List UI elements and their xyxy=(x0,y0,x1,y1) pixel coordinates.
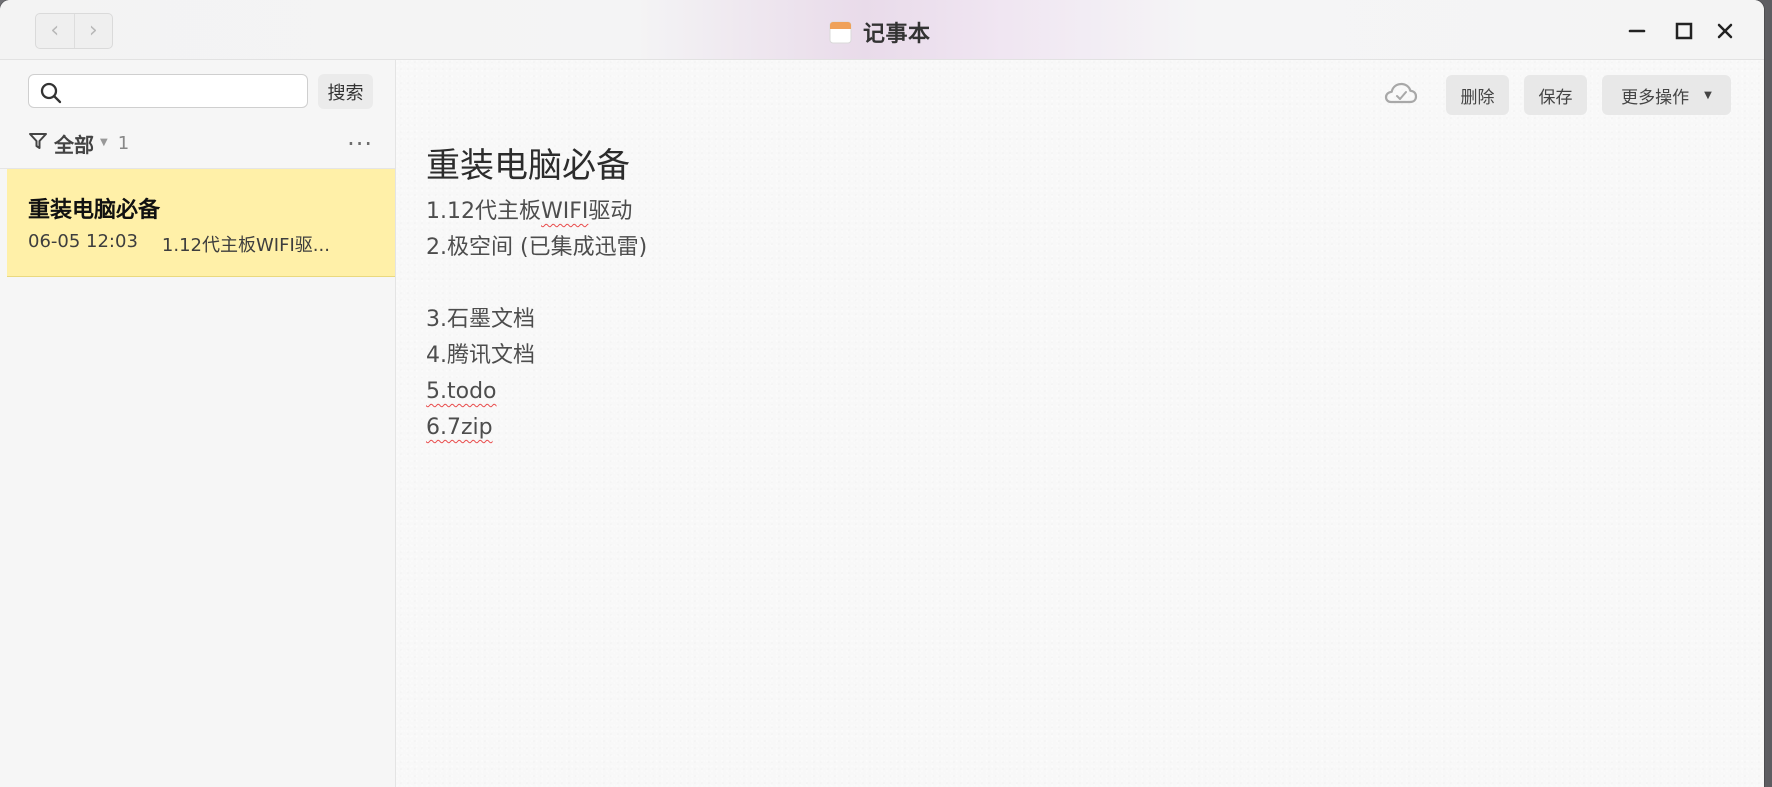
caret-down-icon[interactable]: ▼ xyxy=(100,137,108,148)
navigation-buttons: ‹ › xyxy=(35,13,113,49)
note-count: 1 xyxy=(117,132,130,154)
more-options-button[interactable]: ... xyxy=(347,125,373,149)
note-title[interactable]: 重装电脑必备 xyxy=(426,146,647,186)
filter-icon xyxy=(28,131,48,155)
window-title: 记事本 xyxy=(863,22,931,47)
caret-down-icon: ▼ xyxy=(1704,89,1712,101)
editor-toolbar: 删除 保存 更多操作 ▼ xyxy=(1381,75,1731,115)
note-line-5[interactable]: 5.todo xyxy=(426,374,647,410)
search-button[interactable]: 搜索 xyxy=(318,74,373,109)
note-list-title: 重装电脑必备 xyxy=(28,198,161,223)
note-line-3[interactable]: 3.石墨文档 xyxy=(426,302,647,338)
note-editor[interactable]: 删除 保存 更多操作 ▼ 重装电脑必备 1.12代主板WIFI驱动 2.极空间 … xyxy=(396,60,1764,787)
note-line-6[interactable]: 6.7zip xyxy=(426,410,647,446)
more-actions-label: 更多操作 xyxy=(1621,87,1690,108)
note-list-meta: 06-05 12:03 1.12代主板WIFI驱... xyxy=(28,231,378,257)
notepad-app-icon xyxy=(828,20,853,45)
filter-row: 全部 ▼ 1 ... xyxy=(28,125,373,158)
note-line-1[interactable]: 1.12代主板WIFI驱动 xyxy=(426,194,647,230)
note-preview: 1.12代主板WIFI驱... xyxy=(161,235,330,256)
title-bar: ‹ › 记事本 xyxy=(0,0,1764,60)
search-icon xyxy=(40,82,62,104)
notepad-window: ‹ › 记事本 搜索 全部 ▼ 1 ... 重装电脑必备 06-05 12:03… xyxy=(0,0,1764,787)
search-input[interactable] xyxy=(69,75,299,109)
delete-button[interactable]: 删除 xyxy=(1446,75,1509,115)
chevron-right-icon: › xyxy=(88,18,98,43)
note-content[interactable]: 重装电脑必备 1.12代主板WIFI驱动 2.极空间 (已集成迅雷) 3.石墨文… xyxy=(426,146,647,446)
search-field[interactable] xyxy=(28,74,308,109)
note-date: 06-05 12:03 xyxy=(28,231,138,252)
notes-sidebar: 搜索 全部 ▼ 1 ... 重装电脑必备 06-05 12:03 1.12代主板… xyxy=(0,60,396,787)
forward-button[interactable]: › xyxy=(73,14,113,48)
minimize-button[interactable] xyxy=(1621,15,1653,47)
more-actions-button[interactable]: 更多操作 ▼ xyxy=(1602,75,1731,115)
close-icon xyxy=(1717,23,1733,39)
note-line-2[interactable]: 2.极空间 (已集成迅雷) xyxy=(426,230,647,266)
filter-dropdown-label[interactable]: 全部 xyxy=(54,129,94,158)
save-button[interactable]: 保存 xyxy=(1524,75,1587,115)
chevron-left-icon: ‹ xyxy=(50,18,60,43)
maximize-icon xyxy=(1675,22,1693,40)
minimize-icon xyxy=(1628,29,1646,33)
cloud-sync-icon[interactable] xyxy=(1381,80,1419,110)
note-line-4[interactable]: 4.腾讯文档 xyxy=(426,338,647,374)
close-button[interactable] xyxy=(1709,15,1741,47)
window-title-group: 记事本 xyxy=(828,16,931,48)
back-button[interactable]: ‹ xyxy=(36,14,74,48)
maximize-button[interactable] xyxy=(1668,15,1700,47)
note-list-item[interactable]: 重装电脑必备 06-05 12:03 1.12代主板WIFI驱... xyxy=(7,169,395,277)
